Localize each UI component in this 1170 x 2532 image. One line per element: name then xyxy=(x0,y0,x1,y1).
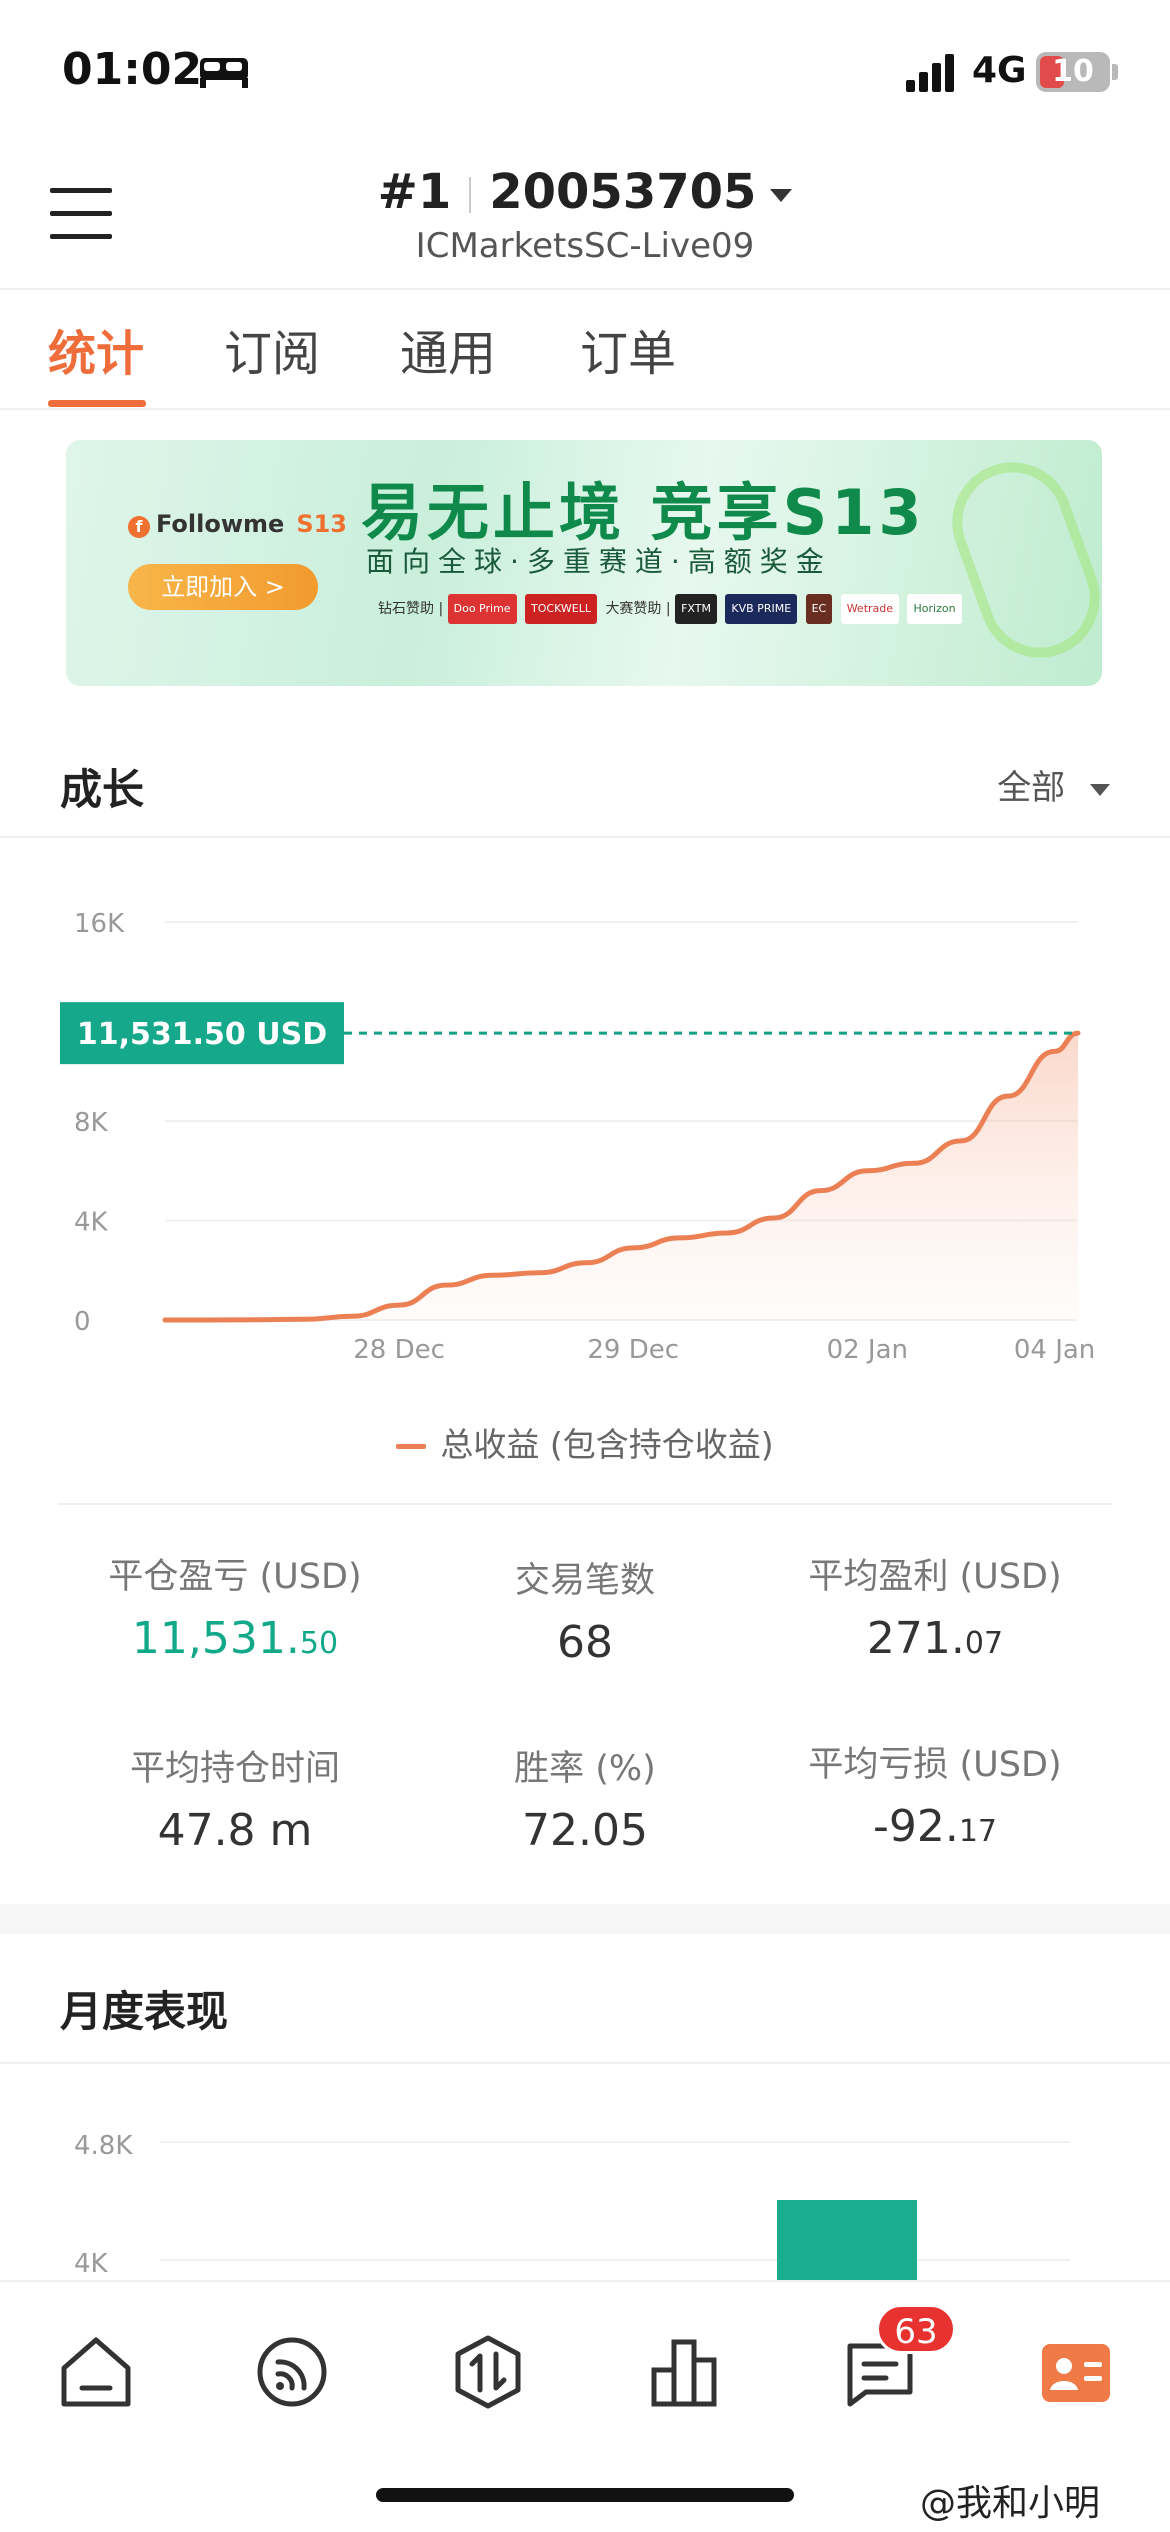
growth-section-header: 成长 全部 xyxy=(0,720,1170,838)
monthly-ytick: 4K xyxy=(74,2249,109,2279)
battery-icon: 10 xyxy=(1036,52,1110,92)
y-tick-label: 8K xyxy=(74,1108,109,1138)
y-tick-label: 16K xyxy=(74,909,125,939)
stat-avg-profit: 平均盈利 (USD) 271.07 xyxy=(808,1557,1062,1664)
tab-active-indicator xyxy=(48,400,146,407)
stat-win-rate: 胜率 (%) 72.05 xyxy=(514,1749,656,1856)
stat-avg-loss: 平均亏损 (USD) -92.17 xyxy=(808,1745,1062,1852)
monthly-title: 月度表现 xyxy=(60,1987,229,2036)
status-bar: 01:02 4G 10 xyxy=(0,0,1170,140)
divider xyxy=(58,1503,1112,1505)
home-icon[interactable] xyxy=(56,2332,136,2412)
account-number: 20053705 xyxy=(489,164,757,220)
legend-swatch xyxy=(396,1444,427,1449)
tab-orders[interactable]: 订单 xyxy=(580,314,676,384)
monthly-section-header: 月度表现 xyxy=(0,1934,1170,2064)
feed-icon[interactable] xyxy=(252,2332,332,2412)
promo-banner[interactable]: f Followme S13 立即加入 > 易无止境 竞享S13 面向全球·多重赛道… xyxy=(66,440,1102,686)
x-tick-label: 02 Jan xyxy=(827,1335,908,1365)
monthly-bar xyxy=(777,2200,917,2280)
stat-avg-hold-time: 平均持仓时间 47.8 m xyxy=(129,1749,340,1856)
chart-legend: 总收益 (包含持仓收益) xyxy=(0,1418,1170,1466)
tab-general[interactable]: 通用 xyxy=(400,314,496,384)
tab-stats[interactable]: 统计 xyxy=(48,314,144,384)
account-server: ICMarketsSC-Live09 xyxy=(415,226,755,266)
x-tick-label: 28 Dec xyxy=(353,1335,445,1365)
monthly-chart: 4.8K 4K xyxy=(74,2131,1070,2280)
tab-bar: 统计 订阅 通用 订单 xyxy=(0,292,1170,410)
banner-sponsors: 钻石赞助 | Doo Prime TOCKWELL 大赛赞助 | FXTM KV… xyxy=(378,594,966,624)
tab-subscribe[interactable]: 订阅 xyxy=(224,314,320,384)
period-filter[interactable]: 全部 xyxy=(997,760,1110,809)
y-tick-label: 0 xyxy=(74,1307,91,1337)
network-type: 4G xyxy=(972,50,1027,91)
y-tick-label: 4K xyxy=(74,1208,109,1238)
monthly-ytick: 4.8K xyxy=(74,2131,133,2161)
current-value-label: 11,531.50 USD xyxy=(77,1017,327,1052)
x-tick-label: 04 Jan xyxy=(1014,1335,1095,1365)
growth-chart: 11,531.50 USD 16K 8K 4K 0 28 Dec 29 Dec 02 Ja… xyxy=(60,909,1095,1365)
growth-title: 成长 xyxy=(60,765,145,814)
banner-subtitle: 面向全球·多重赛道·高额奖金 xyxy=(366,545,832,578)
sleep-focus-icon xyxy=(200,58,248,88)
growth-area xyxy=(165,1033,1078,1320)
cellular-signal-icon xyxy=(906,54,954,92)
message-badge: 63 xyxy=(876,2304,956,2354)
legend-label: 总收益 (包含持仓收益) xyxy=(440,1425,774,1464)
app-header: #1 20053705 ICMarketsSC-Live09 xyxy=(0,140,1170,290)
section-gap xyxy=(0,1904,1170,1934)
account-selector[interactable]: #1 20053705 xyxy=(0,164,1170,220)
trade-icon[interactable] xyxy=(448,2332,528,2412)
account-rank: #1 xyxy=(377,164,452,220)
chevron-down-icon xyxy=(770,188,793,202)
banner-decoration xyxy=(935,445,1102,675)
join-now-button[interactable]: 立即加入 > xyxy=(128,564,318,610)
followme-logo: f Followme S13 xyxy=(128,510,347,538)
profile-icon[interactable] xyxy=(1036,2332,1116,2412)
chevron-down-icon xyxy=(1090,783,1110,796)
battery-level: 10 xyxy=(1052,54,1094,89)
status-time: 01:02 xyxy=(62,44,203,95)
stat-closed-pnl: 平仓盈亏 (USD) 11,531.50 xyxy=(108,1557,362,1664)
stat-trade-count: 交易笔数 68 xyxy=(514,1561,655,1668)
battery-nub xyxy=(1112,64,1118,80)
x-tick-label: 29 Dec xyxy=(587,1335,679,1365)
banner-title: 易无止境 竞享S13 xyxy=(361,476,926,549)
ranking-icon[interactable] xyxy=(644,2332,724,2412)
watermark: @我和小明 xyxy=(920,2483,1101,2524)
home-indicator[interactable] xyxy=(376,2488,794,2502)
